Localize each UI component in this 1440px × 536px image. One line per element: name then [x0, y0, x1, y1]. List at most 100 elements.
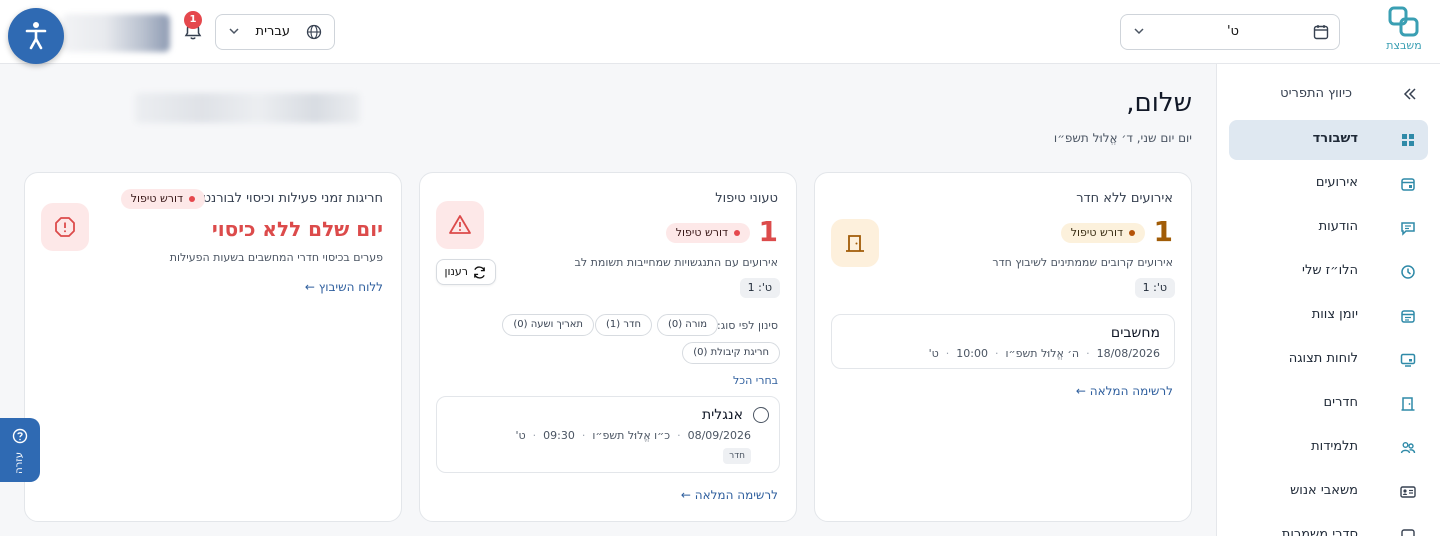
refresh-label: רענון	[444, 265, 469, 278]
sidebar: כיווץ התפריט דשבורד אירועים הודעות הלו״ז…	[1216, 64, 1440, 536]
sidebar-item-label: משאבי אנוש	[1290, 483, 1358, 498]
sidebar-item-messages[interactable]: הודעות	[1229, 208, 1428, 248]
current-date: יום יום שני, ד׳ אֱלוּל תשפ״ו	[1053, 131, 1192, 145]
sidebar-item-hr[interactable]: משאבי אנוש	[1229, 472, 1428, 512]
event-meta: 08/09/2026·כ״ו אֱלוּל תשפ״ו·09:30·ט'	[515, 429, 751, 442]
event-class: ט'	[928, 347, 939, 360]
event-hebrew-date: כ״ו אֱלוּל תשפ״ו	[592, 429, 671, 442]
event-meta: 18/08/2026·ה׳ אֱלוּל תשפ״ו·10:00·ט'	[928, 347, 1160, 360]
language-select[interactable]: עברית	[215, 14, 335, 50]
help-tab[interactable]: עזרה	[0, 418, 40, 482]
event-title: מחשבים	[1110, 325, 1160, 341]
sidebar-item-my-schedule[interactable]: הלו״ז שלי	[1229, 252, 1428, 292]
students-icon	[1400, 442, 1416, 454]
door-icon	[1401, 397, 1415, 411]
sidebar-item-shifts[interactable]: סדרי משמרות	[1229, 516, 1428, 536]
card-count: 1	[1153, 215, 1173, 248]
event-class: ט'	[515, 429, 526, 442]
filter-label: סינון לפי סוג:	[717, 319, 778, 332]
sidebar-item-students[interactable]: תלמידות	[1229, 428, 1428, 468]
greeting-hello: שלום,	[1126, 88, 1192, 118]
monitor-icon	[1400, 353, 1416, 367]
chevron-down-icon	[1134, 28, 1144, 35]
schedule-board-link[interactable]: ללוח השיבוץ ←	[305, 280, 383, 294]
refresh-button[interactable]: רענון	[436, 259, 496, 285]
sidebar-item-dashboard[interactable]: דשבורד	[1229, 120, 1428, 160]
alert-icon-box	[41, 203, 89, 251]
sidebar-item-label: חדרים	[1323, 395, 1358, 410]
event-time: 10:00	[956, 347, 988, 360]
event-item[interactable]: אנגלית 08/09/2026·כ״ו אֱלוּל תשפ״ו·09:30…	[436, 396, 780, 473]
warning-icon	[449, 215, 471, 234]
calendar-event-icon	[1401, 178, 1415, 191]
sidebar-item-team-calendar[interactable]: יומן צוות	[1229, 296, 1428, 336]
card-title: טעוני טיפול	[715, 191, 778, 206]
collapse-menu-button[interactable]: כיווץ התפריט	[1216, 84, 1440, 108]
filter-chip-date-time[interactable]: תאריך ושעה (0)	[502, 314, 594, 336]
card-title: חריגות זמני פעילות וכיסוי לבורנטיות	[187, 191, 383, 206]
class-count-tag: ט': 1	[1134, 278, 1175, 298]
top-bar: משבצת ט' עברית 1	[0, 0, 1440, 64]
full-list-link[interactable]: לרשימה המלאה ←	[1076, 384, 1173, 398]
card-subtitle: אירועים קרובים שממתינים לשיבוץ חדר	[992, 256, 1173, 269]
language-select-value: עברית	[255, 24, 290, 39]
event-hebrew-date: ה׳ אֱלוּל תשפ״ו	[1005, 347, 1080, 360]
dashboard-icon	[1402, 134, 1414, 146]
team-calendar-icon	[1401, 310, 1415, 323]
full-list-link[interactable]: לרשימה המלאה ←	[681, 488, 778, 502]
alert-circle-icon	[55, 217, 75, 237]
sidebar-item-label: הודעות	[1318, 219, 1358, 234]
status-badge-label: דורש טיפול	[1070, 226, 1123, 239]
status-badge: דורש טיפול	[1060, 223, 1145, 243]
sidebar-item-label: לוחות תצוגה	[1288, 351, 1358, 366]
calendar-icon	[1313, 25, 1329, 40]
double-chevron-icon	[1403, 88, 1416, 100]
select-all-link[interactable]: בחרי הכל	[733, 374, 778, 387]
notification-badge: 1	[184, 11, 202, 29]
class-select[interactable]: ט'	[1120, 14, 1340, 50]
status-badge-label: דורש טיפול	[130, 192, 183, 205]
filter-chip-teacher[interactable]: מורה (0)	[656, 314, 718, 336]
sidebar-item-label: תלמידות	[1311, 439, 1358, 454]
chevron-down-icon	[229, 28, 239, 35]
event-item[interactable]: מחשבים 18/08/2026·ה׳ אֱלוּל תשפ״ו·10:00·…	[831, 314, 1175, 369]
conflict-type-tag: חדר	[723, 448, 751, 464]
event-radio[interactable]	[753, 407, 769, 423]
user-name-redacted	[135, 93, 360, 123]
accessibility-icon	[25, 22, 47, 50]
clock-icon	[1401, 265, 1415, 279]
sidebar-item-label: הלו״ז שלי	[1302, 263, 1358, 278]
app-logo[interactable]: משבצת	[1382, 6, 1426, 54]
sidebar-item-rooms[interactable]: חדרים	[1229, 384, 1428, 424]
filter-chip-capacity[interactable]: חריגת קיבולת (0)	[682, 342, 780, 364]
sidebar-item-label: דשבורד	[1312, 131, 1358, 146]
sidebar-item-label: אירועים	[1315, 175, 1358, 190]
logo-icon	[1388, 6, 1419, 37]
event-time: 09:30	[543, 429, 575, 442]
coverage-exceptions-card: חריגות זמני פעילות וכיסוי לבורנטיות דורש…	[24, 172, 402, 522]
accessibility-button[interactable]	[8, 8, 64, 64]
help-icon	[12, 428, 28, 444]
status-badge: דורש טיפול	[665, 223, 750, 243]
shifts-icon	[1401, 529, 1415, 536]
event-date: 18/08/2026	[1096, 347, 1160, 360]
card-subtitle: פערים בכיסוי חדרי המחשבים בשעות הפעילות	[169, 251, 383, 264]
message-icon	[1401, 222, 1415, 236]
door-icon-box	[831, 219, 879, 267]
status-badge: דורש טיפול	[120, 189, 205, 209]
help-label: עזרה	[14, 452, 25, 474]
sidebar-item-label: סדרי משמרות	[1281, 527, 1358, 536]
user-profile[interactable]	[62, 14, 170, 52]
coverage-headline: יום שלם ללא כיסוי	[211, 217, 383, 241]
id-card-icon	[1400, 486, 1416, 498]
filter-chip-room[interactable]: חדר (1)	[595, 314, 652, 336]
collapse-menu-label: כיווץ התפריט	[1280, 86, 1352, 101]
logo-text: משבצת	[1386, 39, 1422, 52]
status-dot	[1129, 230, 1135, 236]
sidebar-item-events[interactable]: אירועים	[1229, 164, 1428, 204]
card-title: אירועים ללא חדר	[1076, 191, 1173, 206]
globe-icon	[306, 24, 322, 40]
card-subtitle: אירועים עם התנגשויות שמחייבות תשומת לב	[574, 256, 778, 269]
events-without-room-card: אירועים ללא חדר 1 דורש טיפול אירועים קרו…	[814, 172, 1192, 522]
sidebar-item-display-boards[interactable]: לוחות תצוגה	[1229, 340, 1428, 380]
